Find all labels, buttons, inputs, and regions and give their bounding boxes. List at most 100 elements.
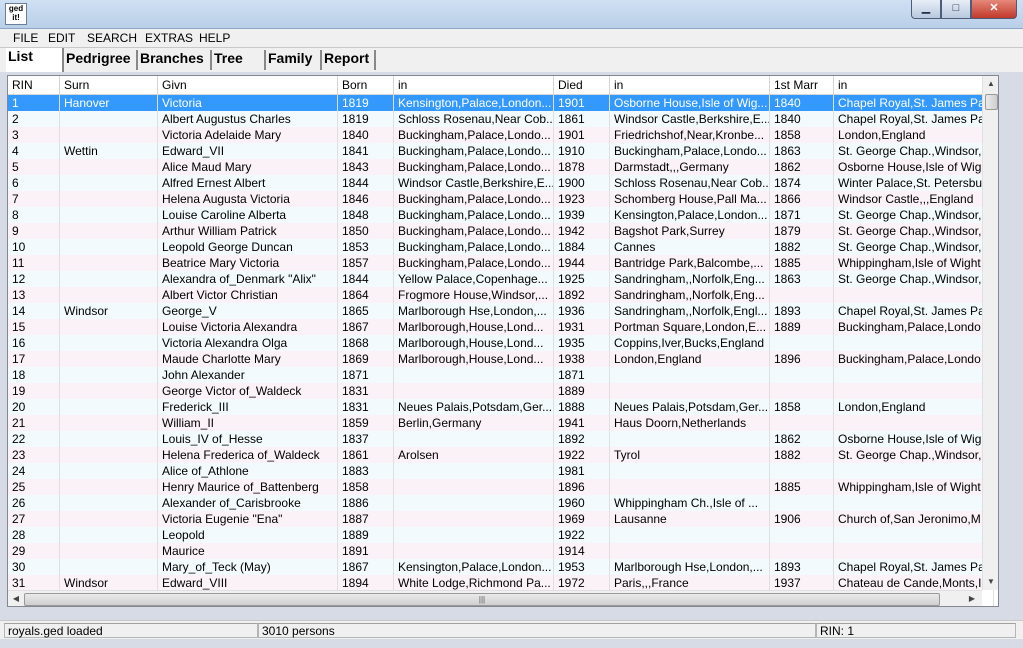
table-row-selected[interactable]: 1 Hanover Victoria 1819 Kensington,Palace,Lo… [8,95,994,111]
table-row[interactable]: 17 Maude Charlotte Mary 1869 Marlborough,Ho… [8,351,994,367]
cell-born-place [394,431,554,447]
table-row[interactable]: 20 Frederick_III 1831 Neues Palais,Potsdam,… [8,399,994,415]
persons-table[interactable]: RIN Surn Givn Born in Died in 1st Marr in 1 Hanov… [7,75,999,607]
cell-died: 1910 [554,143,610,159]
column-header-givn[interactable]: Givn [158,76,338,94]
table-row[interactable]: 15 Louise Victoria Alexandra 1867 Marlborou… [8,319,994,335]
table-row[interactable]: 24 Alice of_Athlone 1883 1981 [8,463,994,479]
horizontal-scrollbar[interactable]: ◀ ||| ▶ [8,590,982,606]
table-row[interactable]: 16 Victoria Alexandra Olga 1868 Marlborough… [8,335,994,351]
table-row[interactable]: 30 Mary_of_Teck (May) 1867 Kensington,Palac… [8,559,994,575]
table-row[interactable]: 2 Albert Augustus Charles 1819 Schloss Rose… [8,111,994,127]
tab-report[interactable]: Report [322,50,376,70]
table-row[interactable]: 6 Alfred Ernest Albert 1844 Windsor Castle,… [8,175,994,191]
cell-born: 1857 [338,255,394,271]
tab-pedrigree[interactable]: Pedrigree [64,50,138,70]
cell-died-place: Sandringham,,Norfolk,Engl... [610,303,770,319]
cell-rin: 5 [8,159,60,175]
column-header-died[interactable]: Died [554,76,610,94]
cell-rin: 17 [8,351,60,367]
cell-died: 1896 [554,479,610,495]
menu-extras[interactable]: EXTRAS [145,31,193,45]
cell-givn: Maurice [158,543,338,559]
table-row[interactable]: 18 John Alexander 1871 1871 [8,367,994,383]
column-header-rin[interactable]: RIN [8,76,60,94]
menu-edit[interactable]: EDIT [48,31,75,45]
table-row[interactable]: 12 Alexandra of_Denmark "Alix" 1844 Yellow … [8,271,994,287]
table-row[interactable]: 26 Alexander of_Carisbrooke 1886 1960 Whippi… [8,495,994,511]
cell-surn [60,479,158,495]
cell-died-place: Bantridge Park,Balcombe,... [610,255,770,271]
table-row[interactable]: 31 Windsor Edward_VIII 1894 White Lodge,Rich… [8,575,994,591]
table-row[interactable]: 11 Beatrice Mary Victoria 1857 Buckingham,P… [8,255,994,271]
column-header-born-place[interactable]: in [394,76,554,94]
cell-born: 1819 [338,95,394,111]
table-row[interactable]: 8 Louise Caroline Alberta 1848 Buckingham,P… [8,207,994,223]
cell-born-place: Buckingham,Palace,Londo... [394,159,554,175]
tab-family[interactable]: Family [266,50,322,70]
cell-surn [60,191,158,207]
cell-born-place [394,479,554,495]
column-header-marr-place[interactable]: in [834,76,994,94]
close-button[interactable]: ✕ [971,0,1017,19]
cell-rin: 14 [8,303,60,319]
cell-born: 1819 [338,111,394,127]
vertical-scrollbar[interactable]: ▲ ▼ [982,76,998,590]
cell-died: 1922 [554,527,610,543]
menu-search[interactable]: SEARCH [87,31,137,45]
column-header-born[interactable]: Born [338,76,394,94]
scroll-down-icon[interactable]: ▼ [983,574,998,590]
cell-givn: Alfred Ernest Albert [158,175,338,191]
table-row[interactable]: 21 William_II 1859 Berlin,Germany 1941 Haus D… [8,415,994,431]
cell-marr-place: St. George Chap.,Windsor,, [834,271,994,287]
cell-givn: Leopold George Duncan [158,239,338,255]
cell-born: 1871 [338,367,394,383]
tab-list[interactable]: List [6,48,64,72]
column-header-first-marr[interactable]: 1st Marr [770,76,834,94]
cell-surn [60,319,158,335]
cell-died-place: Buckingham,Palace,Londo... [610,143,770,159]
column-header-died-place[interactable]: in [610,76,770,94]
cell-died-place: Haus Doorn,Netherlands [610,415,770,431]
cell-surn [60,383,158,399]
table-row[interactable]: 9 Arthur William Patrick 1850 Buckingham,Pa… [8,223,994,239]
cell-first-marr: 1882 [770,447,834,463]
cell-born-place: Arolsen [394,447,554,463]
table-row[interactable]: 10 Leopold George Duncan 1853 Buckingham,Pa… [8,239,994,255]
cell-died: 1936 [554,303,610,319]
table-row[interactable]: 7 Helena Augusta Victoria 1846 Buckingham,P… [8,191,994,207]
table-row[interactable]: 13 Albert Victor Christian 1864 Frogmore Ho… [8,287,994,303]
cell-rin: 2 [8,111,60,127]
table-row[interactable]: 22 Louis_IV of_Hesse 1837 1892 1862 Osborne H… [8,431,994,447]
vertical-scroll-thumb[interactable] [985,94,998,110]
cell-givn: Louise Caroline Alberta [158,207,338,223]
scroll-left-icon[interactable]: ◀ [8,591,24,606]
maximize-button[interactable]: □ [941,0,971,19]
cell-rin: 29 [8,543,60,559]
scroll-up-icon[interactable]: ▲ [983,76,998,92]
menu-file[interactable]: FILE [13,31,38,45]
table-row[interactable]: 27 Victoria Eugenie "Ena" 1887 1969 Lausanne… [8,511,994,527]
table-row[interactable]: 23 Helena Frederica of_Waldeck 1861 Arolsen… [8,447,994,463]
cell-marr-place [834,527,994,543]
cell-born: 1837 [338,431,394,447]
cell-born: 1894 [338,575,394,591]
cell-born: 1843 [338,159,394,175]
scroll-right-icon[interactable]: ▶ [964,591,980,606]
table-row[interactable]: 29 Maurice 1891 1914 [8,543,994,559]
minimize-button[interactable]: ▁ [911,0,941,19]
table-row[interactable]: 14 Windsor George_V 1865 Marlborough Hse,Lon… [8,303,994,319]
tab-tree[interactable]: Tree [212,50,266,70]
cell-givn: Victoria Eugenie "Ena" [158,511,338,527]
horizontal-scroll-thumb[interactable]: ||| [24,593,940,606]
column-header-surn[interactable]: Surn [60,76,158,94]
table-row[interactable]: 3 Victoria Adelaide Mary 1840 Buckingham,Pa… [8,127,994,143]
cell-first-marr: 1896 [770,351,834,367]
table-row[interactable]: 5 Alice Maud Mary 1843 Buckingham,Palace,Lo… [8,159,994,175]
table-row[interactable]: 25 Henry Maurice of_Battenberg 1858 1896 188… [8,479,994,495]
table-row[interactable]: 19 George Victor of_Waldeck 1831 1889 [8,383,994,399]
tab-branches[interactable]: Branches [138,50,212,70]
table-row[interactable]: 28 Leopold 1889 1922 [8,527,994,543]
menu-help[interactable]: HELP [199,31,230,45]
table-row[interactable]: 4 Wettin Edward_VII 1841 Buckingham,Palace,L… [8,143,994,159]
